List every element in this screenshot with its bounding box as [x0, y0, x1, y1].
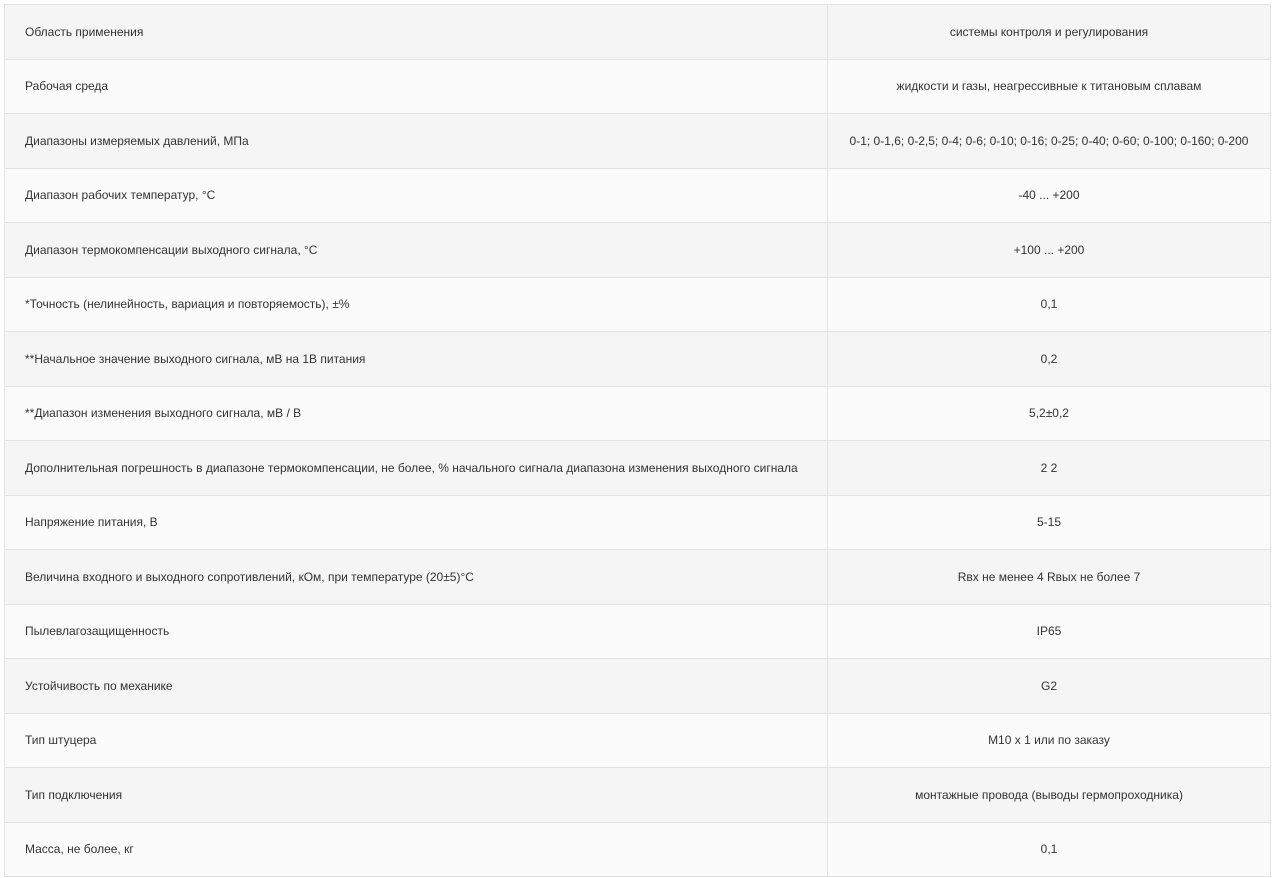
table-row: Диапазон термокомпенсации выходного сигн…: [4, 222, 1271, 278]
param-cell: *Точность (нелинейность, вариация и повт…: [4, 276, 828, 332]
spec-table-body: Область применения системы контроля и ре…: [4, 4, 1271, 877]
value-cell: монтажные провода (выводы гермопроходник…: [827, 767, 1271, 823]
param-cell: Рабочая среда: [4, 58, 828, 114]
param-cell: Дополнительная погрешность в диапазоне т…: [4, 440, 828, 496]
table-row: Масса, не более, кг 0,1: [4, 821, 1271, 877]
param-cell: Диапазон рабочих температур, °C: [4, 167, 828, 223]
value-cell: 5-15: [827, 494, 1271, 550]
table-row: **Начальное значение выходного сигнала, …: [4, 331, 1271, 387]
param-cell: **Диапазон изменения выходного сигнала, …: [4, 385, 828, 441]
value-cell: М10 х 1 или по заказу: [827, 712, 1271, 768]
value-cell: 0,1: [827, 276, 1271, 332]
table-row: Область применения системы контроля и ре…: [4, 4, 1271, 60]
value-cell: G2: [827, 658, 1271, 714]
table-row: Диапазоны измеряемых давлений, МПа 0-1; …: [4, 113, 1271, 169]
param-cell: Диапазоны измеряемых давлений, МПа: [4, 113, 828, 169]
table-row: Рабочая среда жидкости и газы, неагресси…: [4, 58, 1271, 114]
spec-table: Область применения системы контроля и ре…: [4, 4, 1271, 877]
table-row: Величина входного и выходного сопротивле…: [4, 549, 1271, 605]
value-cell: 0,1: [827, 821, 1271, 877]
value-cell: 0,2: [827, 331, 1271, 387]
param-cell: Устойчивость по механике: [4, 658, 828, 714]
param-cell: Тип штуцера: [4, 712, 828, 768]
table-row: Дополнительная погрешность в диапазоне т…: [4, 440, 1271, 496]
param-cell: Пылевлагозащищенность: [4, 603, 828, 659]
table-row: Тип штуцера М10 х 1 или по заказу: [4, 712, 1271, 768]
table-row: Диапазон рабочих температур, °C -40 ... …: [4, 167, 1271, 223]
value-cell: системы контроля и регулирования: [827, 4, 1271, 60]
table-row: Устойчивость по механике G2: [4, 658, 1271, 714]
value-cell: 0-1; 0-1,6; 0-2,5; 0-4; 0-6; 0-10; 0-16;…: [827, 113, 1271, 169]
value-cell: IP65: [827, 603, 1271, 659]
value-cell: 2 2: [827, 440, 1271, 496]
param-cell: Напряжение питания, В: [4, 494, 828, 550]
value-cell: жидкости и газы, неагрессивные к титанов…: [827, 58, 1271, 114]
table-row: Тип подключения монтажные провода (вывод…: [4, 767, 1271, 823]
table-row: Напряжение питания, В 5-15: [4, 494, 1271, 550]
param-cell: Диапазон термокомпенсации выходного сигн…: [4, 222, 828, 278]
param-cell: Масса, не более, кг: [4, 821, 828, 877]
value-cell: -40 ... +200: [827, 167, 1271, 223]
param-cell: Область применения: [4, 4, 828, 60]
param-cell: **Начальное значение выходного сигнала, …: [4, 331, 828, 387]
value-cell: +100 ... +200: [827, 222, 1271, 278]
param-cell: Величина входного и выходного сопротивле…: [4, 549, 828, 605]
param-cell: Тип подключения: [4, 767, 828, 823]
value-cell: 5,2±0,2: [827, 385, 1271, 441]
table-row: **Диапазон изменения выходного сигнала, …: [4, 385, 1271, 441]
table-row: Пылевлагозащищенность IP65: [4, 603, 1271, 659]
spec-table-container: Область применения системы контроля и ре…: [4, 4, 1271, 877]
table-row: *Точность (нелинейность, вариация и повт…: [4, 276, 1271, 332]
value-cell: Rвх не менее 4 Rвых не более 7: [827, 549, 1271, 605]
